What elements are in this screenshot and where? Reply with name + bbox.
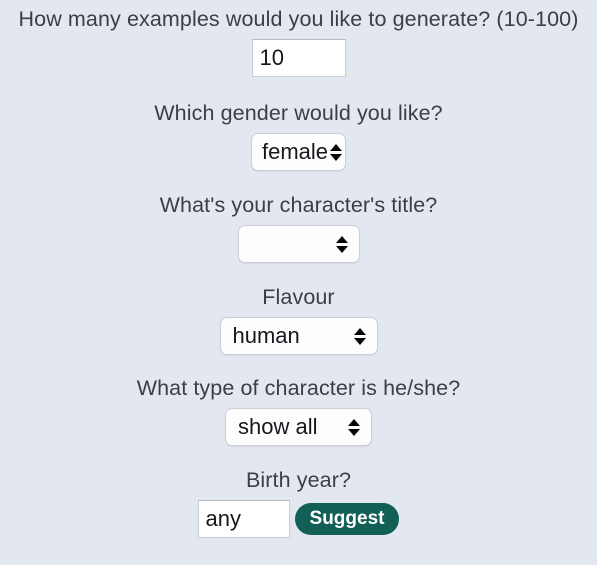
updown-arrows-icon [348,418,360,436]
field-group-example-count: How many examples would you like to gene… [0,5,597,77]
birth-year-control-row: Suggest [197,500,400,538]
character-type-select[interactable]: show all [225,408,372,446]
updown-arrows-icon [330,143,343,161]
gender-select-value: female [262,139,329,164]
example-count-input[interactable] [251,39,346,77]
updown-arrows-icon [353,327,366,345]
arrow-down-icon [335,245,348,253]
example-count-label: How many examples would you like to gene… [18,7,579,31]
field-group-flavour: Flavour human [0,283,597,355]
updown-arrows-icon [335,235,348,253]
gender-select[interactable]: female [251,133,346,171]
arrow-up-icon [348,418,360,426]
title-select[interactable] [237,225,360,263]
arrow-down-icon [348,428,360,436]
field-group-gender: Which gender would you like? female [0,99,597,171]
flavour-label: Flavour [262,285,335,309]
example-count-control-row [251,39,346,77]
field-group-title: What's your character's title? [0,191,597,263]
arrow-down-icon [330,153,343,161]
flavour-select[interactable]: human [219,317,378,355]
gender-label: Which gender would you like? [154,101,443,125]
birth-year-label: Birth year? [245,468,352,492]
character-generator-form: How many examples would you like to gene… [0,0,597,565]
character-type-select-value: show all [238,414,318,439]
flavour-select-value: human [232,323,300,348]
birth-year-input[interactable] [197,500,290,538]
character-type-control-row: show all [225,408,372,446]
arrow-up-icon [330,143,343,151]
field-group-birth-year: Birth year? Suggest [0,466,597,538]
title-label: What's your character's title? [159,193,438,217]
title-control-row [237,225,360,263]
character-type-label: What type of character is he/she? [136,376,461,400]
flavour-control-row: human [219,317,378,355]
gender-control-row: female [251,133,346,171]
suggest-button[interactable]: Suggest [294,503,400,535]
arrow-down-icon [353,337,366,345]
arrow-up-icon [335,235,348,243]
arrow-up-icon [353,327,366,335]
field-group-character-type: What type of character is he/she? show a… [0,374,597,446]
